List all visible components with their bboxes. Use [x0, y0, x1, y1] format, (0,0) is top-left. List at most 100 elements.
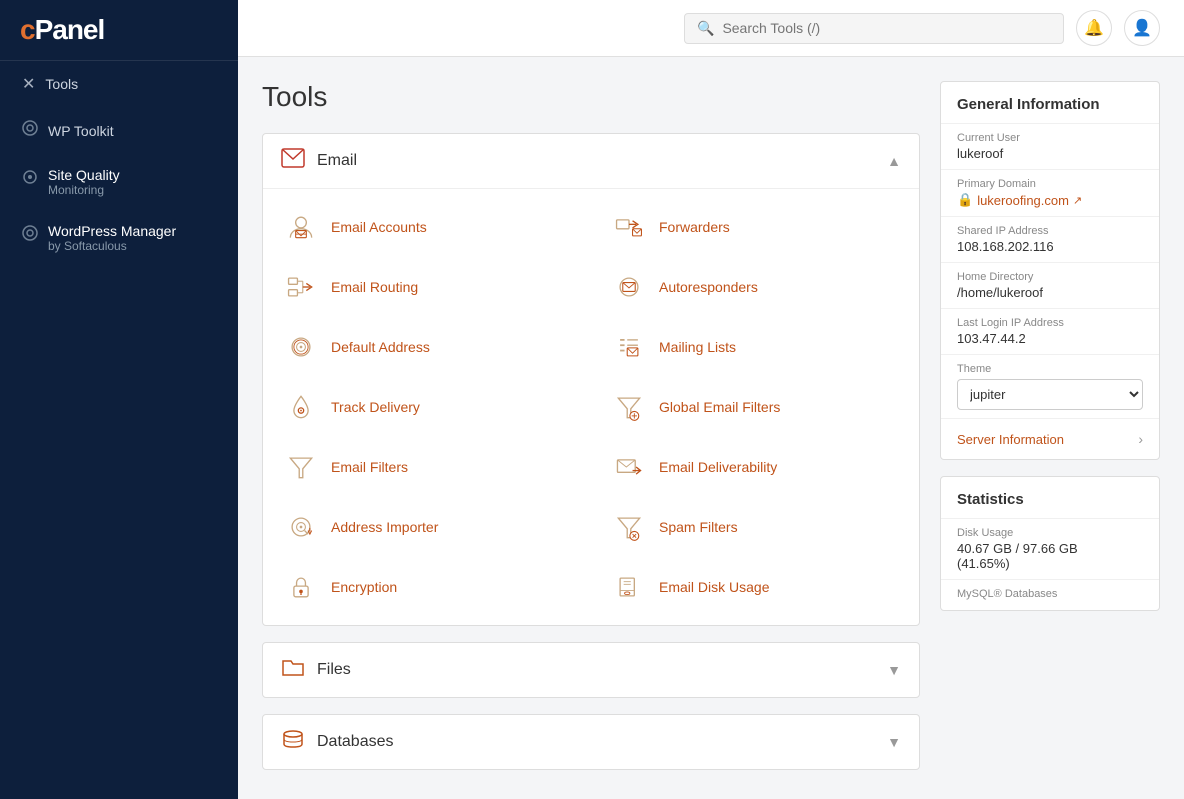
home-dir-row: Home Directory /home/lukeroof [941, 262, 1159, 308]
current-user-row: Current User lukeroof [941, 123, 1159, 169]
email-section-title: Email [317, 152, 357, 170]
tools-icon: ✕ [22, 74, 35, 94]
autoresponders-icon-wrap [611, 269, 647, 305]
wordpress-manager-icon [22, 225, 38, 246]
header: 🔍 🔔 👤 [238, 0, 1184, 57]
global-email-filters-icon-wrap [611, 389, 647, 425]
shared-ip-value: 108.168.202.116 [957, 239, 1143, 254]
last-login-row: Last Login IP Address 103.47.44.2 [941, 308, 1159, 354]
sidebar-item-site-quality[interactable]: Site Quality Monitoring [0, 154, 238, 210]
databases-section-title-group: Databases [281, 729, 394, 755]
tool-autoresponders[interactable]: Autoresponders [591, 257, 919, 317]
primary-domain-text: lukeroofing.com [977, 193, 1069, 208]
files-chevron-down-icon: ▼ [887, 662, 901, 678]
address-importer-icon-wrap [283, 509, 319, 545]
theme-select[interactable]: jupiter paper_lantern [957, 379, 1143, 410]
tool-global-email-filters[interactable]: Global Email Filters [591, 377, 919, 437]
search-input[interactable] [722, 20, 1051, 36]
site-quality-label1: Site Quality [48, 167, 120, 183]
tool-track-delivery[interactable]: Track Delivery [263, 377, 591, 437]
email-deliverability-label: Email Deliverability [659, 459, 777, 475]
statistics-title: Statistics [941, 477, 1159, 518]
files-section-title-group: Files [281, 657, 351, 683]
email-section: Email ▲ [262, 133, 920, 626]
sidebar-item-wp-toolkit[interactable]: WP Toolkit [0, 107, 238, 154]
shared-ip-row: Shared IP Address 108.168.202.116 [941, 216, 1159, 262]
databases-section: Databases ▼ [262, 714, 920, 770]
spam-filters-label: Spam Filters [659, 519, 738, 535]
left-panel: Tools Email ▲ [262, 81, 920, 775]
wordpress-manager-label2: by Softaculous [48, 239, 176, 253]
email-routing-icon-wrap [283, 269, 319, 305]
disk-usage-label: Disk Usage [957, 527, 1143, 539]
tool-email-deliverability[interactable]: Email Deliverability [591, 437, 919, 497]
notifications-button[interactable]: 🔔 [1076, 10, 1112, 46]
server-info-label: Server Information [957, 432, 1064, 447]
shared-ip-label: Shared IP Address [957, 225, 1143, 237]
autoresponders-label: Autoresponders [659, 279, 758, 295]
tool-email-routing[interactable]: Email Routing [263, 257, 591, 317]
files-section-title: Files [317, 661, 351, 679]
email-filters-icon-wrap [283, 449, 319, 485]
email-section-title-group: Email [281, 148, 357, 174]
tool-email-disk-usage[interactable]: Email Disk Usage [591, 557, 919, 617]
site-quality-icon [22, 169, 38, 190]
sidebar-item-tools-label: Tools [45, 76, 78, 92]
track-delivery-label: Track Delivery [331, 399, 420, 415]
files-section-header[interactable]: Files ▼ [263, 643, 919, 697]
tool-email-filters[interactable]: Email Filters [263, 437, 591, 497]
files-section-icon [281, 657, 305, 683]
encryption-icon-wrap [283, 569, 319, 605]
statistics-card: Statistics Disk Usage 40.67 GB / 97.66 G… [940, 476, 1160, 611]
default-address-label: Default Address [331, 339, 430, 355]
email-section-header[interactable]: Email ▲ [263, 134, 919, 189]
tool-email-accounts[interactable]: Email Accounts [263, 197, 591, 257]
search-box[interactable]: 🔍 [684, 13, 1064, 44]
files-section: Files ▼ [262, 642, 920, 698]
email-deliverability-icon-wrap [611, 449, 647, 485]
tool-encryption[interactable]: Encryption [263, 557, 591, 617]
general-info-title: General Information [941, 82, 1159, 123]
current-user-value: lukeroof [957, 146, 1143, 161]
bell-icon: 🔔 [1084, 18, 1104, 38]
theme-row: Theme jupiter paper_lantern [941, 354, 1159, 418]
tool-spam-filters[interactable]: Spam Filters [591, 497, 919, 557]
server-info-row[interactable]: Server Information › [941, 418, 1159, 459]
sidebar-item-tools[interactable]: ✕ Tools [0, 61, 238, 107]
server-info-chevron-icon: › [1138, 431, 1143, 447]
email-tools-grid: Email Accounts [263, 189, 919, 625]
right-panel: General Information Current User lukeroo… [940, 81, 1160, 775]
tool-forwarders[interactable]: Forwarders [591, 197, 919, 257]
sidebar-item-wordpress-manager[interactable]: WordPress Manager by Softaculous [0, 210, 238, 266]
address-importer-label: Address Importer [331, 519, 438, 535]
mailing-lists-label: Mailing Lists [659, 339, 736, 355]
search-icon: 🔍 [697, 20, 714, 37]
external-link-icon: ↗ [1073, 194, 1082, 207]
mysql-row: MySQL® Databases [941, 579, 1159, 610]
general-info-card: General Information Current User lukeroo… [940, 81, 1160, 460]
last-login-label: Last Login IP Address [957, 317, 1143, 329]
home-dir-label: Home Directory [957, 271, 1143, 283]
email-accounts-label: Email Accounts [331, 219, 427, 235]
disk-usage-row: Disk Usage 40.67 GB / 97.66 GB (41.65%) [941, 518, 1159, 579]
email-disk-usage-label: Email Disk Usage [659, 579, 769, 595]
primary-domain-value[interactable]: 🔒 lukeroofing.com ↗ [957, 192, 1143, 208]
databases-section-header[interactable]: Databases ▼ [263, 715, 919, 769]
tool-default-address[interactable]: Default Address [263, 317, 591, 377]
global-email-filters-label: Global Email Filters [659, 399, 780, 415]
tool-mailing-lists[interactable]: Mailing Lists [591, 317, 919, 377]
lock-icon: 🔒 [957, 192, 973, 208]
main-content: 🔍 🔔 👤 Tools [238, 0, 1184, 799]
site-quality-label2: Monitoring [48, 183, 120, 197]
mysql-label: MySQL® Databases [957, 588, 1143, 600]
email-routing-label: Email Routing [331, 279, 418, 295]
user-button[interactable]: 👤 [1124, 10, 1160, 46]
theme-label: Theme [957, 363, 1143, 375]
content-area: Tools Email ▲ [238, 57, 1184, 799]
databases-section-title: Databases [317, 733, 394, 751]
tool-address-importer[interactable]: Address Importer [263, 497, 591, 557]
user-icon: 👤 [1132, 18, 1152, 38]
primary-domain-row: Primary Domain 🔒 lukeroofing.com ↗ [941, 169, 1159, 216]
encryption-label: Encryption [331, 579, 397, 595]
track-delivery-icon-wrap [283, 389, 319, 425]
